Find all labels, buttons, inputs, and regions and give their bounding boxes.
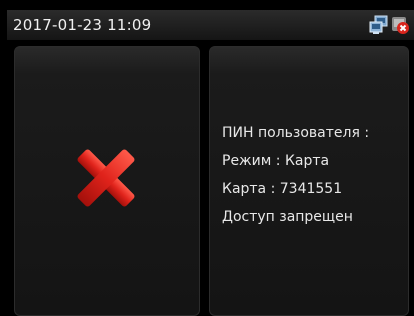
mode-label: Режим : Карта <box>222 153 330 169</box>
status-bar: 2017-01-23 11:09 <box>7 10 414 40</box>
info-lines: ПИН пользователя : Режим : Карта Карта :… <box>222 119 369 231</box>
card-number-label: Карта : 7341551 <box>222 181 343 197</box>
error-status-icon <box>392 17 409 34</box>
device-screen: 2017-01-23 11:09 ПИН пользователя: Режи… <box>0 0 414 316</box>
user-pin-label: ПИН пользователя : <box>222 125 370 141</box>
network-icon <box>369 15 388 34</box>
datetime-display: 2017-01-23 11:09 <box>13 16 152 34</box>
access-status-label: Доступ запрещен <box>222 209 353 225</box>
info-panel: ПИН пользователя : Режим : Карта Карта :… <box>209 46 409 316</box>
result-panel <box>14 46 200 316</box>
access-denied-x-icon <box>77 149 135 207</box>
